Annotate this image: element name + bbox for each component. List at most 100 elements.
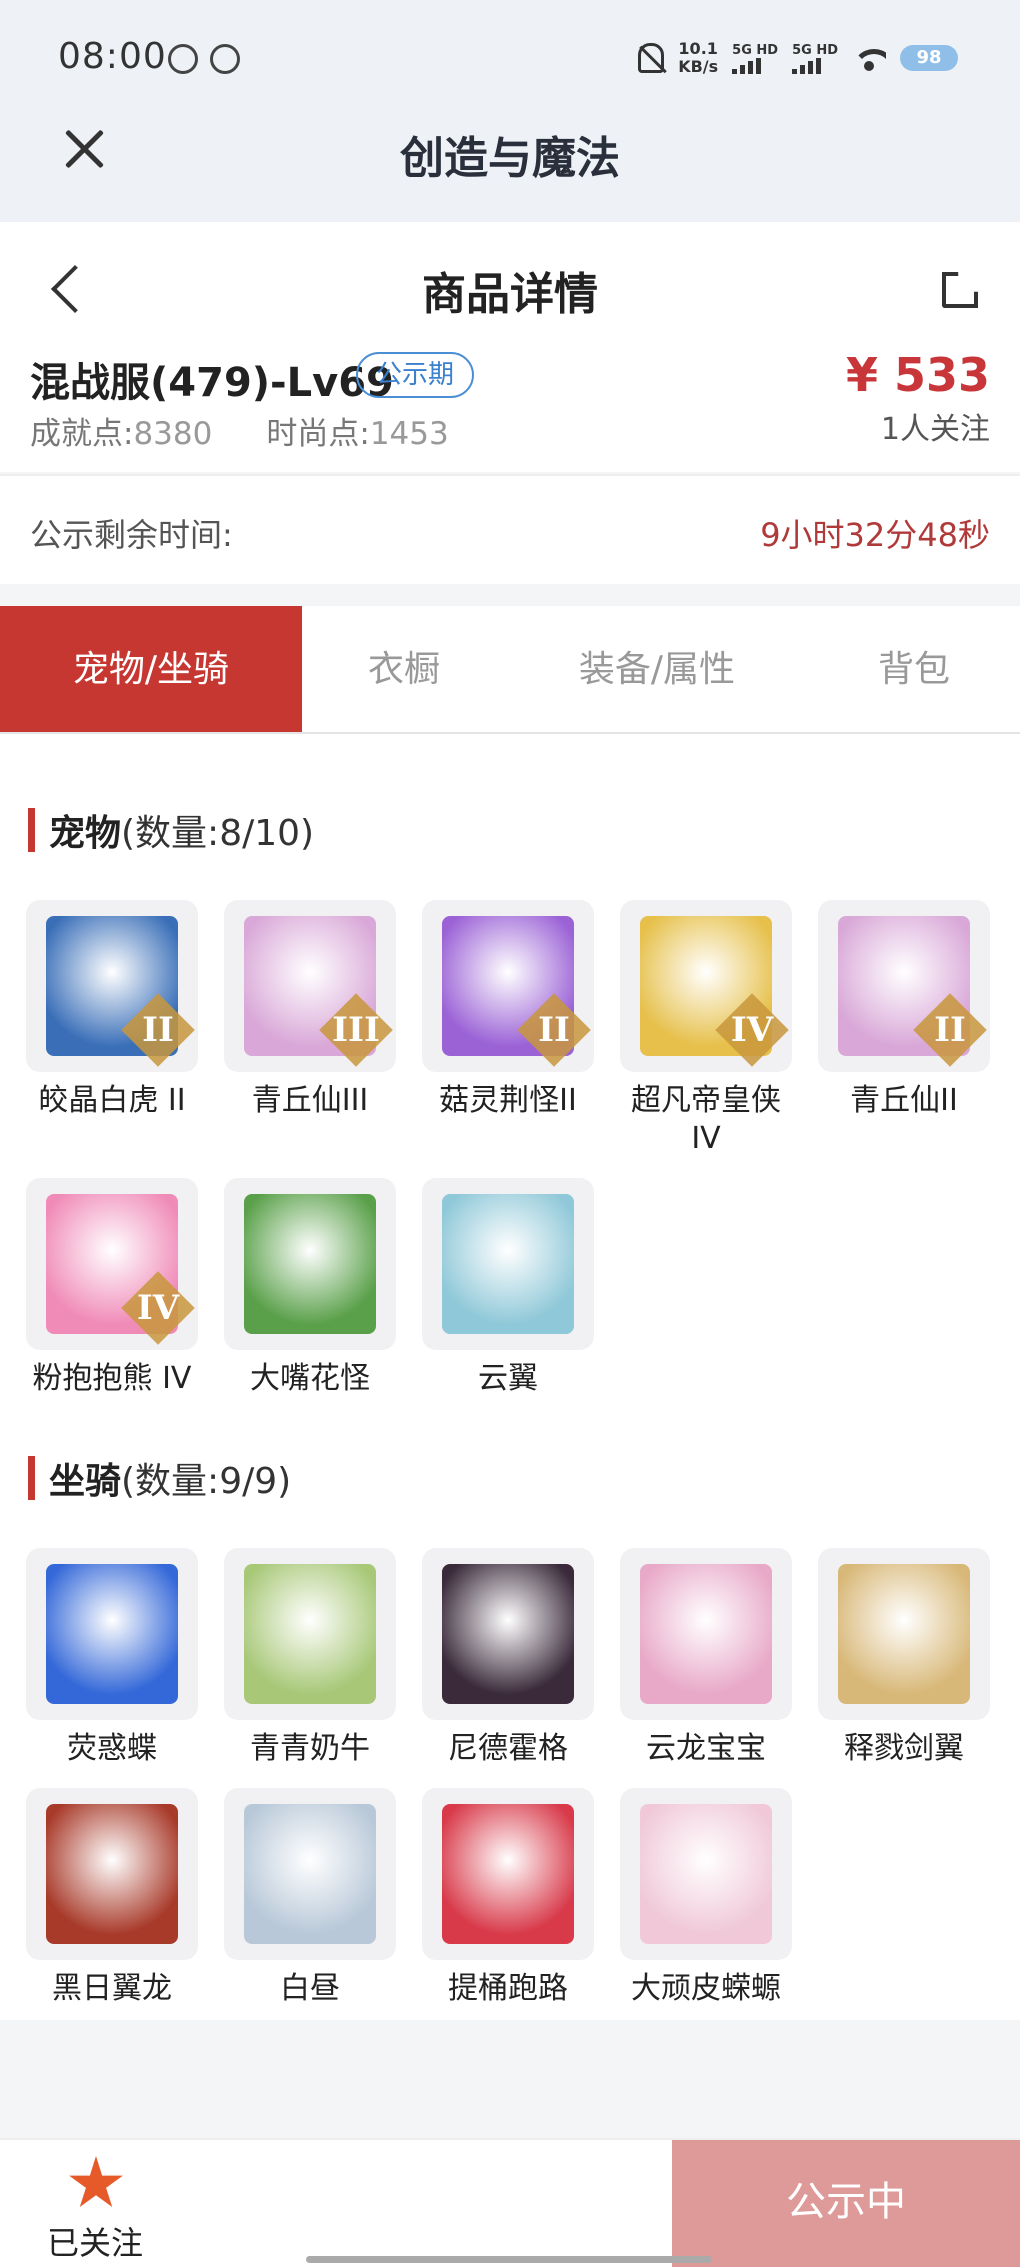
mount-item-thumbnail bbox=[26, 1788, 198, 1960]
mount-item-thumbnail bbox=[818, 1548, 990, 1720]
category-tabs: 宠物/坐骑 衣橱 装备/属性 背包 bbox=[0, 606, 1020, 734]
server-name: 混战服(479)-Lv69 bbox=[30, 360, 394, 406]
pet-item-name: 菇灵荆怪II bbox=[439, 1083, 577, 1118]
pet-item-name: 青丘仙II bbox=[850, 1083, 958, 1118]
mount-item-name: 云龙宝宝 bbox=[646, 1731, 766, 1766]
netspeed: 10.1 KB/s bbox=[678, 39, 719, 76]
bell-muted-icon bbox=[638, 43, 665, 73]
mount-item-image bbox=[244, 1564, 376, 1704]
rank-badge-text: II bbox=[142, 1010, 174, 1050]
mount-item-image bbox=[46, 1804, 178, 1944]
mount-item-image bbox=[640, 1564, 772, 1704]
rank-badge-text: II bbox=[538, 1010, 570, 1050]
stat-row: 成就点:8380 时尚点:1453 bbox=[30, 408, 449, 453]
pet-item-name: 超凡帝皇侠IV bbox=[631, 1083, 781, 1156]
pet-item-name: 云翼 bbox=[478, 1361, 538, 1396]
pet-item[interactable]: 云翼 bbox=[422, 1178, 594, 1436]
fashion-value: 1453 bbox=[369, 416, 449, 452]
mount-item[interactable]: 青青奶牛 bbox=[224, 1548, 396, 1768]
mount-item-thumbnail bbox=[422, 1788, 594, 1960]
pet-item-image bbox=[244, 1194, 376, 1334]
pet-item-thumbnail: II bbox=[26, 900, 198, 1072]
rank-badge-text: II bbox=[934, 1010, 966, 1050]
status-time: 08:00 bbox=[58, 36, 167, 77]
mount-item-image bbox=[640, 1804, 772, 1944]
pets-section-title: 宠物 (数量:8/10) bbox=[28, 804, 314, 856]
follow-button[interactable]: 已关注 bbox=[0, 2140, 190, 2267]
mount-item-thumbnail bbox=[224, 1548, 396, 1720]
public-status-button[interactable]: 公示中 bbox=[672, 2140, 1020, 2267]
pet-item-thumbnail bbox=[224, 1178, 396, 1350]
mount-item-name: 提桶跑路 bbox=[448, 1971, 568, 2006]
mount-item[interactable]: 白昼 bbox=[224, 1788, 396, 2008]
countdown-value: 9小时32分48秒 bbox=[760, 516, 990, 554]
tab-pets-mounts[interactable]: 宠物/坐骑 bbox=[0, 606, 302, 732]
pet-item-name: 皎晶白虎 II bbox=[38, 1083, 186, 1118]
mount-item-name: 大顽皮蝾螈 bbox=[631, 1971, 781, 2006]
detail-header: 商品详情 混战服(479)-Lv69 公示期 ¥ 533 1人关注 成就点:83… bbox=[0, 222, 1020, 472]
page-title: 商品详情 bbox=[422, 269, 598, 320]
pet-item-thumbnail: II bbox=[818, 900, 990, 1072]
mount-item-image bbox=[442, 1564, 574, 1704]
mount-item[interactable]: 黑日翼龙 bbox=[26, 1788, 198, 2008]
price: ¥ 533 bbox=[845, 348, 990, 402]
signal-bars-icon bbox=[792, 57, 822, 74]
mount-item[interactable]: 荧惑蝶 bbox=[26, 1548, 198, 1768]
app-bar: 创造与魔法 bbox=[0, 92, 1020, 222]
follower-count: 1人关注 bbox=[880, 412, 990, 447]
content-panel: 宠物 (数量:8/10) II 皎晶白虎 II III 青丘仙III II 菇灵荆怪II IV… bbox=[0, 734, 1020, 2020]
signal-bars-icon bbox=[732, 57, 762, 74]
mount-item[interactable]: 尼德霍格 bbox=[422, 1548, 594, 1768]
pet-item-name: 青丘仙III bbox=[251, 1083, 369, 1118]
tab-backpack[interactable]: 背包 bbox=[808, 606, 1020, 732]
mount-item-image bbox=[838, 1564, 970, 1704]
pet-item-name: 大嘴花怪 bbox=[250, 1361, 370, 1396]
mount-item-image bbox=[46, 1564, 178, 1704]
countdown-bar: 公示剩余时间: 9小时32分48秒 bbox=[0, 474, 1020, 584]
mount-item-name: 白昼 bbox=[280, 1971, 340, 2006]
mount-item-thumbnail bbox=[620, 1548, 792, 1720]
pet-item-thumbnail: II bbox=[422, 900, 594, 1072]
status-app-icons bbox=[168, 44, 240, 74]
app-title: 创造与魔法 bbox=[400, 133, 620, 184]
mount-item[interactable]: 云龙宝宝 bbox=[620, 1548, 792, 1768]
rank-badge-text: III bbox=[332, 1010, 380, 1050]
pet-item-image bbox=[442, 1194, 574, 1334]
pet-item-thumbnail: IV bbox=[620, 900, 792, 1072]
status-badge: 公示期 bbox=[356, 352, 475, 398]
battery-indicator: 98 bbox=[900, 45, 958, 71]
pet-item-thumbnail bbox=[422, 1178, 594, 1350]
mounts-grid: 荧惑蝶 青青奶牛 尼德霍格 云龙宝宝 释戮剑翼黑日翼龙 白昼 提桶跑路 大顽皮蝾螈 bbox=[26, 1548, 996, 2008]
pet-item[interactable]: IV 超凡帝皇侠IV bbox=[620, 900, 792, 1158]
mount-item[interactable]: 提桶跑路 bbox=[422, 1788, 594, 2008]
rank-badge-text: IV bbox=[730, 1010, 774, 1050]
pet-item[interactable]: II 菇灵荆怪II bbox=[422, 900, 594, 1158]
app-notification-icon bbox=[168, 44, 198, 74]
pet-item[interactable]: IV 粉抱抱熊 IV bbox=[26, 1178, 198, 1436]
pet-item-name: 粉抱抱熊 IV bbox=[32, 1361, 192, 1396]
mount-item[interactable]: 大顽皮蝾螈 bbox=[620, 1788, 792, 2008]
tab-wardrobe[interactable]: 衣橱 bbox=[302, 606, 506, 732]
mount-item-image bbox=[244, 1804, 376, 1944]
bottom-bar: 已关注 公示中 bbox=[0, 2138, 1020, 2267]
follow-label: 已关注 bbox=[46, 2224, 143, 2262]
star-icon bbox=[69, 2156, 123, 2207]
pet-item[interactable]: 大嘴花怪 bbox=[224, 1178, 396, 1436]
achievement-value: 8380 bbox=[133, 416, 213, 452]
share-icon[interactable] bbox=[940, 264, 984, 308]
pet-item[interactable]: II 青丘仙II bbox=[818, 900, 990, 1158]
tab-equipment[interactable]: 装备/属性 bbox=[506, 606, 808, 732]
mount-item-thumbnail bbox=[620, 1788, 792, 1960]
rank-badge-text: IV bbox=[136, 1288, 180, 1328]
pet-item-thumbnail: IV bbox=[26, 1178, 198, 1350]
pet-item[interactable]: II 皎晶白虎 II bbox=[26, 900, 198, 1158]
mount-item-name: 尼德霍格 bbox=[448, 1731, 568, 1766]
achievement-label: 成就点: bbox=[30, 416, 134, 452]
wifi-icon bbox=[852, 45, 886, 71]
status-right: 10.1 KB/s 5G HD 5G HD 98 bbox=[638, 40, 958, 76]
fashion-label: 时尚点: bbox=[266, 416, 370, 452]
pets-grid: II 皎晶白虎 II III 青丘仙III II 菇灵荆怪II IV 超凡帝皇侠IV II 青丘仙… bbox=[26, 900, 996, 1436]
pet-item[interactable]: III 青丘仙III bbox=[224, 900, 396, 1158]
signal-sim1: 5G HD bbox=[732, 43, 778, 74]
mount-item[interactable]: 释戮剑翼 bbox=[818, 1548, 990, 1768]
